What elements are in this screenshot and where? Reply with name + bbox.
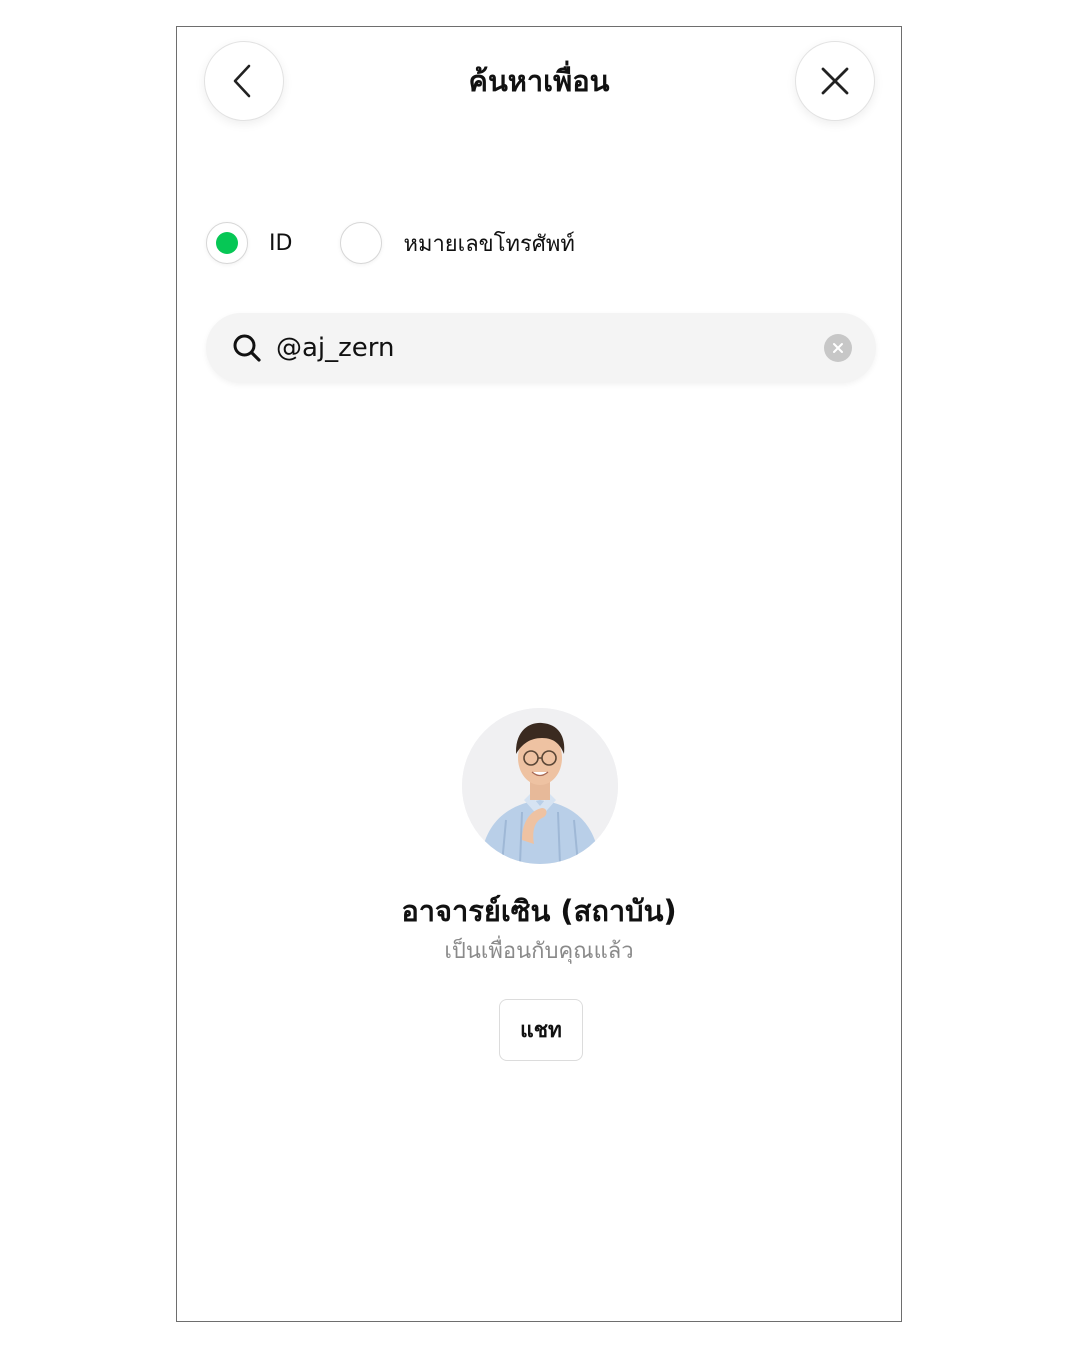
search-type-phone-option[interactable]: หมายเลขโทรศัพท์ xyxy=(340,222,575,264)
radio-phone[interactable] xyxy=(340,222,383,264)
search-bar xyxy=(206,313,876,383)
radio-selected-dot xyxy=(216,232,238,254)
radio-id[interactable] xyxy=(206,222,248,264)
close-button[interactable] xyxy=(795,41,875,121)
close-icon xyxy=(821,67,849,95)
profile-name: อาจารย์เซิน (สถาบัน) xyxy=(401,894,677,928)
friend-status: เป็นเพื่อนกับคุณแล้ว xyxy=(444,939,634,964)
page-title: ค้นหาเพื่อน xyxy=(468,64,610,98)
avatar xyxy=(462,708,618,864)
radio-label-id: ID xyxy=(269,230,293,256)
chat-button[interactable]: แชท xyxy=(499,999,583,1061)
clear-icon xyxy=(833,343,843,353)
search-type-selector: ID หมายเลขโทรศัพท์ xyxy=(206,221,575,265)
search-type-id-option[interactable]: ID xyxy=(206,222,292,264)
clear-button[interactable] xyxy=(824,334,852,362)
search-icon xyxy=(233,334,261,362)
find-friends-screen: ค้นหาเพื่อน ID หมายเลขโทรศัพท์ @aj_zern … xyxy=(176,26,902,1322)
radio-label-phone: หมายเลขโทรศัพท์ xyxy=(403,231,575,257)
search-input[interactable] xyxy=(276,326,816,370)
